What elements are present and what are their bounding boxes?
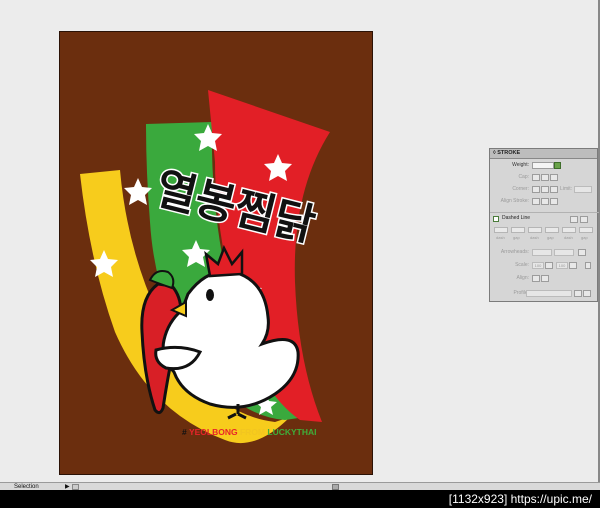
scale-row: Scale: 100 100: [490, 261, 599, 270]
align-center-button[interactable]: [532, 198, 540, 205]
tagline-part-1: YEOLBONG: [189, 427, 238, 437]
tagline-prefix: #: [182, 427, 187, 437]
align-stroke-label: Align Stroke:: [500, 198, 529, 204]
arrowhead-start-select[interactable]: [532, 249, 552, 256]
gap-field-1[interactable]: [511, 227, 525, 233]
weight-input[interactable]: [532, 162, 554, 169]
chicken-eye: [206, 289, 214, 301]
butt-cap-button[interactable]: [532, 174, 540, 181]
dash-label-1: dash: [496, 235, 505, 240]
align-stroke-row: Align Stroke:: [490, 197, 599, 206]
stroke-panel-title[interactable]: ◊ STROKE: [490, 149, 597, 159]
dash-field-3[interactable]: [562, 227, 576, 233]
scale-end-input[interactable]: 100: [556, 262, 568, 269]
link-scale-icon[interactable]: [585, 262, 591, 269]
dash-fields-row: dash gap dash gap dash gap: [490, 226, 599, 244]
tagline: # YEOLBONG FROM LUCKYTHAI: [182, 427, 317, 437]
artboard[interactable]: 열봉찜닭 # YEOLBONG FROM LUCKYTHAI: [59, 31, 373, 475]
corner-label: Corner:: [512, 186, 529, 192]
limit-input[interactable]: [574, 186, 592, 193]
gap-field-2[interactable]: [545, 227, 559, 233]
cap-row: Cap:: [490, 173, 599, 182]
profile-row: Profile:: [490, 289, 599, 298]
watermark-bar: [1132x923] https://upic.me/: [0, 490, 600, 508]
scale-end-stepper[interactable]: [569, 262, 577, 269]
arrow-align-row: Align:: [490, 274, 599, 283]
gap-label-3: gap: [581, 235, 588, 240]
limit-label: Limit:: [560, 186, 572, 192]
scale-label: Scale:: [515, 262, 529, 268]
round-cap-button[interactable]: [541, 174, 549, 181]
dashed-line-row: Dashed Line: [490, 212, 599, 223]
dashed-line-checkbox[interactable]: [493, 216, 499, 222]
arrowheads-label: Arrowheads:: [500, 249, 529, 255]
arrowheads-row: Arrowheads:: [490, 248, 599, 257]
dash-field-2[interactable]: [528, 227, 542, 233]
arrow-extend-button[interactable]: [532, 275, 540, 282]
tagline-part-3: LUCKYTHAI: [267, 427, 316, 437]
miter-join-button[interactable]: [532, 186, 540, 193]
arrow-place-button[interactable]: [541, 275, 549, 282]
align-outside-button[interactable]: [550, 198, 558, 205]
corner-row: Corner: Limit:: [490, 185, 599, 194]
round-join-button[interactable]: [541, 186, 549, 193]
swap-arrowheads-button[interactable]: [578, 249, 586, 256]
flip-profile-horizontal-button[interactable]: [574, 290, 582, 297]
dash-preserve-button[interactable]: [570, 216, 578, 223]
profile-label: Profile:: [513, 290, 529, 296]
chili-stem: [148, 270, 175, 290]
arrow-align-label: Align:: [516, 275, 529, 281]
dash-label-3: dash: [564, 235, 573, 240]
profile-select[interactable]: [526, 290, 572, 297]
document-canvas[interactable]: 열봉찜닭 # YEOLBONG FROM LUCKYTHAI ◊ STROKE …: [0, 0, 600, 482]
watermark-text: [1132x923] https://upic.me/: [448, 492, 592, 506]
dash-label-2: dash: [530, 235, 539, 240]
dashed-line-label: Dashed Line: [502, 215, 531, 221]
tagline-part-2: FROM: [240, 427, 265, 437]
scale-start-input[interactable]: 100: [532, 262, 544, 269]
weight-label: Weight:: [512, 162, 529, 168]
arrowhead-end-select[interactable]: [554, 249, 574, 256]
weight-row: Weight:: [490, 161, 599, 170]
cap-label: Cap:: [518, 174, 529, 180]
scale-start-stepper[interactable]: [545, 262, 553, 269]
gap-label-2: gap: [547, 235, 554, 240]
dash-field-1[interactable]: [494, 227, 508, 233]
stroke-panel[interactable]: ◊ STROKE Weight: Cap: Corner: Limit: Ali…: [489, 148, 599, 302]
align-inside-button[interactable]: [541, 198, 549, 205]
dash-align-button[interactable]: [580, 216, 588, 223]
weight-dropdown-button[interactable]: [554, 162, 561, 169]
gap-label-1: gap: [513, 235, 520, 240]
poster-artwork: 열봉찜닭 # YEOLBONG FROM LUCKYTHAI: [80, 90, 330, 444]
flip-profile-vertical-button[interactable]: [583, 290, 591, 297]
gap-field-3[interactable]: [579, 227, 593, 233]
projecting-cap-button[interactable]: [550, 174, 558, 181]
